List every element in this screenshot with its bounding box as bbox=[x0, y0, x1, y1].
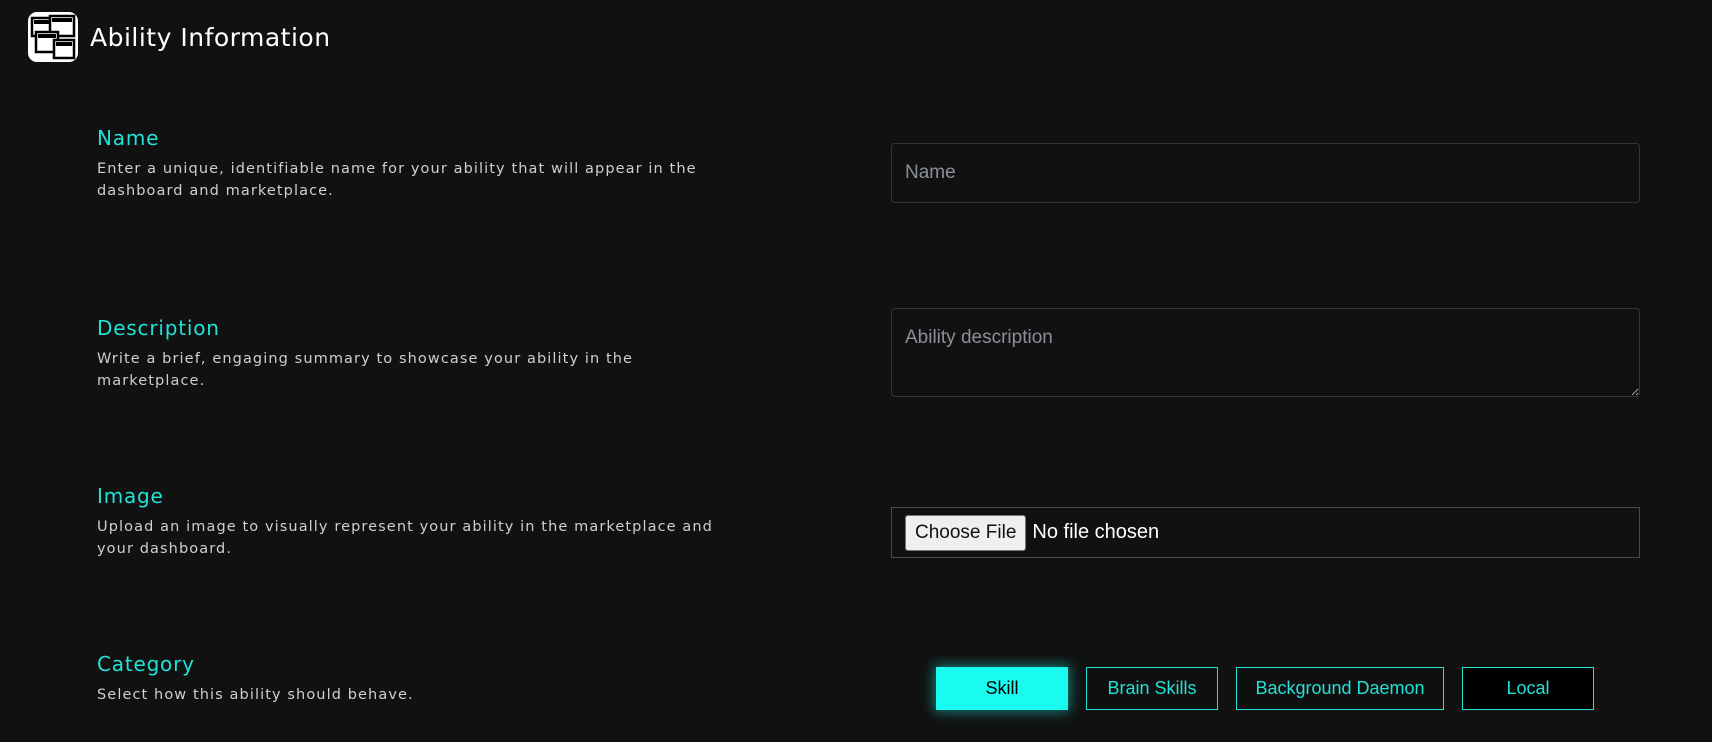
openhome-logo-icon bbox=[28, 12, 78, 62]
ability-information-page: Ability Information Name Enter a unique,… bbox=[0, 0, 1712, 742]
description-label: Description bbox=[97, 316, 220, 340]
category-help-text: Select how this ability should behave. bbox=[97, 687, 414, 703]
category-label: Category bbox=[97, 652, 195, 676]
file-status-text: No file chosen bbox=[1032, 521, 1160, 543]
name-help-text: Enter a unique, identifiable name for yo… bbox=[97, 161, 697, 199]
image-section: Image Upload an image to visually repres… bbox=[97, 484, 737, 560]
image-help-text: Upload an image to visually represent yo… bbox=[97, 519, 713, 557]
category-brain-skills-button[interactable]: Brain Skills bbox=[1086, 667, 1218, 710]
description-textarea[interactable] bbox=[891, 308, 1640, 397]
image-label: Image bbox=[97, 484, 164, 508]
category-skill-button[interactable]: Skill bbox=[936, 667, 1068, 710]
category-section: Category Select how this ability should … bbox=[97, 652, 737, 706]
category-background-daemon-button[interactable]: Background Daemon bbox=[1236, 667, 1444, 710]
description-section: Description Write a brief, engaging summ… bbox=[97, 316, 737, 392]
name-input[interactable] bbox=[891, 143, 1640, 203]
name-section: Name Enter a unique, identifiable name f… bbox=[97, 126, 737, 202]
image-file-input[interactable]: Choose File No file chosen bbox=[891, 507, 1640, 558]
name-label: Name bbox=[97, 126, 160, 150]
page-header: Ability Information bbox=[28, 12, 331, 62]
description-help-text: Write a brief, engaging summary to showc… bbox=[97, 351, 634, 389]
page-title: Ability Information bbox=[90, 22, 331, 52]
choose-file-button[interactable]: Choose File bbox=[905, 514, 1027, 551]
category-local-button[interactable]: Local bbox=[1462, 667, 1594, 710]
